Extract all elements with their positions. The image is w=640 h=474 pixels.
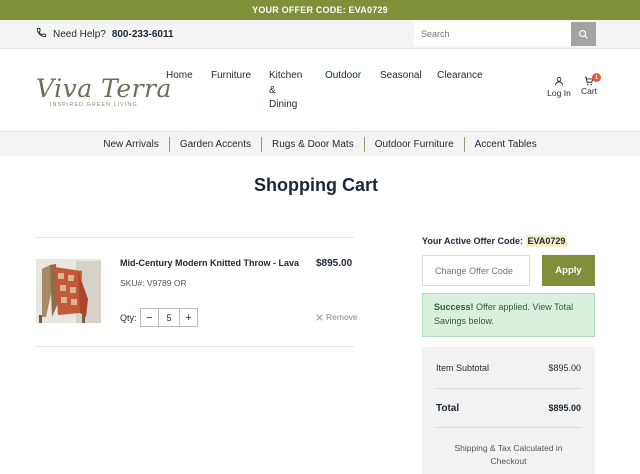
cart-label: Cart [580,86,598,96]
user-icon [555,77,563,86]
help-contact[interactable]: Need Help? 800-233-6011 [36,27,174,41]
category-outdoor-furniture[interactable]: Outdoor Furniture [363,136,464,152]
nav-furniture[interactable]: Furniture [211,69,251,84]
search-box [414,22,596,46]
apply-offer-button[interactable]: Apply [542,255,595,286]
remove-label: Remove [326,312,358,322]
cart-divider-bottom [36,346,355,347]
summary-divider-2 [436,427,581,428]
cart-link[interactable]: 1 Cart [579,73,601,96]
search-input[interactable] [414,22,571,46]
category-new-arrivals[interactable]: New Arrivals [93,137,169,152]
help-label: Need Help? [53,28,106,40]
remove-item-button[interactable]: Remove [316,312,358,322]
qty-increase-button[interactable]: + [179,308,198,327]
category-accent-tables[interactable]: Accent Tables [463,136,547,152]
product-price: $895.00 [316,258,353,269]
subtotal-value: $895.00 [548,363,581,373]
search-icon [579,29,589,39]
subtotal-label: Item Subtotal [436,363,490,373]
shipping-note: Shipping & Tax Calculated in Checkout [454,443,563,466]
category-rugs-door-mats[interactable]: Rugs & Door Mats [261,136,364,152]
total-row: Total $895.00 [436,403,581,414]
total-value: $895.00 [548,403,581,413]
product-sku: SKU#: V9789 OR [120,278,187,288]
logo-tagline: INSPIRED GREEN LIVING [50,102,138,108]
nav-home[interactable]: Home [166,69,193,84]
promo-text: YOUR OFFER CODE: EVA0729 [252,5,388,15]
subtotal-row: Item Subtotal $895.00 [436,363,581,373]
active-offer-code: EVA0729 [525,235,568,247]
login-link[interactable]: Log In [546,76,572,98]
product-image[interactable] [36,259,101,323]
qty-value[interactable]: 5 [159,308,179,327]
page-title: Shopping Cart [254,175,378,195]
nav-seasonal[interactable]: Seasonal [380,69,422,84]
offer-code-input[interactable] [422,255,530,286]
cart-divider-top [36,237,355,238]
success-message: Success! Offer applied. View Total Savin… [422,293,595,337]
phone-icon [36,27,47,41]
site-logo[interactable]: Viva Terra INSPIRED GREEN LIVING [36,74,171,114]
quantity-stepper: − 5 + [140,308,198,327]
qty-label: Qty: [120,313,137,323]
total-label: Total [436,403,460,414]
close-icon [316,313,323,321]
offer-code-label: Your Active Offer Code: EVA0729 [422,235,568,247]
category-bar: New Arrivals Garden Accents Rugs & Door … [0,131,640,156]
product-name[interactable]: Mid-Century Modern Knitted Throw - Lava [120,258,299,268]
login-label: Log In [547,88,571,98]
category-garden-accents[interactable]: Garden Accents [168,136,261,152]
nav-outdoor[interactable]: Outdoor [325,69,361,84]
offer-label-text: Your Active Offer Code: [422,236,524,246]
nav-kitchen-dining[interactable]: Kitchen & Dining [269,69,302,113]
logo-wordmark: Viva Terra [36,74,172,103]
order-summary: Item Subtotal $895.00 Total $895.00 Ship… [422,347,595,474]
nav-clearance[interactable]: Clearance [437,69,483,84]
search-button[interactable] [571,22,596,46]
summary-divider [436,388,581,389]
qty-decrease-button[interactable]: − [140,308,159,327]
success-title: Success! [434,302,474,312]
utility-bar: Need Help? 800-233-6011 [0,20,640,49]
cart-count-badge: 1 [592,73,601,82]
phone-number[interactable]: 800-233-6011 [112,29,174,40]
site-header: Viva Terra INSPIRED GREEN LIVING Home Fu… [0,50,640,131]
promo-banner: YOUR OFFER CODE: EVA0729 [0,0,640,20]
